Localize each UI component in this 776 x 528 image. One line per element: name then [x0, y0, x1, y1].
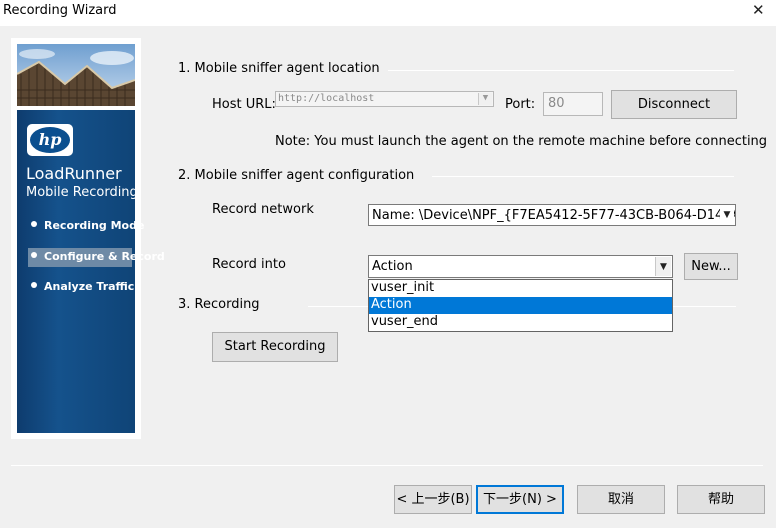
window-title: Recording Wizard: [3, 3, 117, 18]
product-name: LoadRunner: [26, 164, 122, 183]
record-network-value: Name: \Device\NPF_{F7EA5412-5F77-43CB-B0…: [372, 208, 736, 223]
bullet-icon: [31, 252, 37, 258]
record-into-dropdown-list: vuser_init Action vuser_end: [368, 279, 673, 332]
wizard-step-label: Configure & Record: [44, 250, 165, 263]
back-button[interactable]: < 上一步(B): [394, 485, 472, 514]
record-network-select[interactable]: Name: \Device\NPF_{F7EA5412-5F77-43CB-B0…: [368, 204, 736, 226]
wizard-step-configure-record: Configure & Record: [31, 250, 165, 263]
start-recording-label: Start Recording: [224, 339, 326, 354]
close-icon[interactable]: ✕: [752, 1, 765, 19]
roller-coaster-image: [17, 44, 135, 106]
wizard-step-recording-mode: Recording Mode: [31, 219, 144, 232]
hp-logo: hp: [27, 124, 73, 156]
new-action-button[interactable]: New...: [684, 253, 738, 280]
record-into-select[interactable]: Action ▼: [368, 255, 673, 278]
footer-divider: [11, 465, 763, 466]
start-recording-button[interactable]: Start Recording: [212, 332, 338, 362]
host-url-value: http://localhost: [278, 93, 375, 104]
bullet-icon: [31, 221, 37, 227]
hp-logo-text: hp: [30, 127, 70, 153]
chevron-down-icon[interactable]: ▼: [720, 206, 734, 224]
disconnect-button-label: Disconnect: [637, 97, 711, 112]
help-button[interactable]: 帮助: [677, 485, 765, 514]
product-subtitle: Mobile Recording: [26, 185, 138, 200]
section-divider: [388, 70, 734, 71]
dropdown-option-vuser-init[interactable]: vuser_init: [369, 280, 672, 297]
dropdown-option-vuser-end[interactable]: vuser_end: [369, 314, 672, 331]
section-heading-agent-location: 1. Mobile sniffer agent location: [178, 61, 380, 76]
cancel-button[interactable]: 取消: [577, 485, 665, 514]
record-into-label: Record into: [212, 257, 286, 272]
wizard-step-label: Recording Mode: [44, 219, 145, 232]
chevron-down-icon[interactable]: ▼: [655, 257, 671, 276]
new-button-label: New...: [691, 259, 731, 274]
disconnect-button[interactable]: Disconnect: [611, 90, 737, 119]
host-url-combo[interactable]: http://localhost ▼: [275, 91, 494, 107]
port-field[interactable]: 80: [543, 92, 603, 116]
port-label: Port:: [505, 97, 536, 112]
section-heading-recording: 3. Recording: [178, 297, 260, 312]
cancel-button-label: 取消: [607, 492, 634, 507]
next-button-label: 下一步(N) >: [483, 492, 557, 507]
section-heading-agent-config: 2. Mobile sniffer agent configuration: [178, 168, 415, 183]
help-button-label: 帮助: [707, 492, 734, 507]
chevron-down-icon[interactable]: ▼: [478, 93, 492, 105]
section-divider: [432, 176, 734, 177]
wizard-step-label: Analyze Traffic: [44, 280, 135, 293]
back-button-label: < 上一步(B): [396, 492, 470, 507]
host-url-label: Host URL:: [212, 97, 276, 112]
record-into-value: Action: [372, 259, 413, 274]
next-button[interactable]: 下一步(N) >: [476, 485, 564, 514]
banner-panel: [17, 110, 135, 433]
dropdown-option-action[interactable]: Action: [369, 297, 672, 314]
bullet-icon: [31, 282, 37, 288]
record-network-label: Record network: [212, 202, 314, 217]
wizard-step-analyze-traffic: Analyze Traffic: [31, 280, 134, 293]
agent-note: Note: You must launch the agent on the r…: [275, 134, 768, 149]
